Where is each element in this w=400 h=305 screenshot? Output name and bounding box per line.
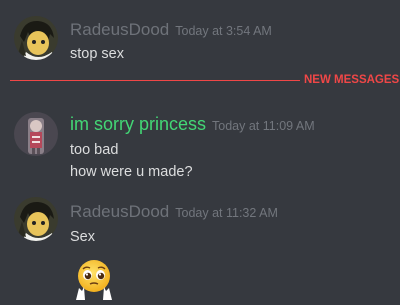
anime-character-avatar-icon <box>14 197 58 241</box>
pleading-face-hands-emoji-icon[interactable] <box>72 256 116 300</box>
message-text: how were u made? <box>70 164 193 180</box>
timestamp: Today at 11:09 AM <box>212 119 315 133</box>
message-header: RadeusDood Today at 11:32 AM <box>70 202 278 222</box>
message-text: Sex <box>70 229 95 245</box>
anime-character-avatar-icon <box>14 16 58 60</box>
user-avatar-radeusdood[interactable] <box>14 197 58 241</box>
username[interactable]: im sorry princess <box>70 114 206 134</box>
new-messages-divider <box>10 80 300 81</box>
username[interactable]: RadeusDood <box>70 20 169 39</box>
message-header: im sorry princess Today at 11:09 AM <box>70 114 315 135</box>
message-header: RadeusDood Today at 3:54 AM <box>70 20 272 40</box>
message-text: stop sex <box>70 46 124 62</box>
username[interactable]: RadeusDood <box>70 202 169 221</box>
message-text: too bad <box>70 142 119 158</box>
character-avatar-icon <box>14 112 58 156</box>
user-avatar-im-sorry-princess[interactable] <box>14 112 58 156</box>
new-messages-label: NEW MESSAGES <box>304 74 400 86</box>
timestamp: Today at 11:32 AM <box>175 206 278 220</box>
timestamp: Today at 3:54 AM <box>175 24 272 38</box>
user-avatar-radeusdood[interactable] <box>14 16 58 60</box>
